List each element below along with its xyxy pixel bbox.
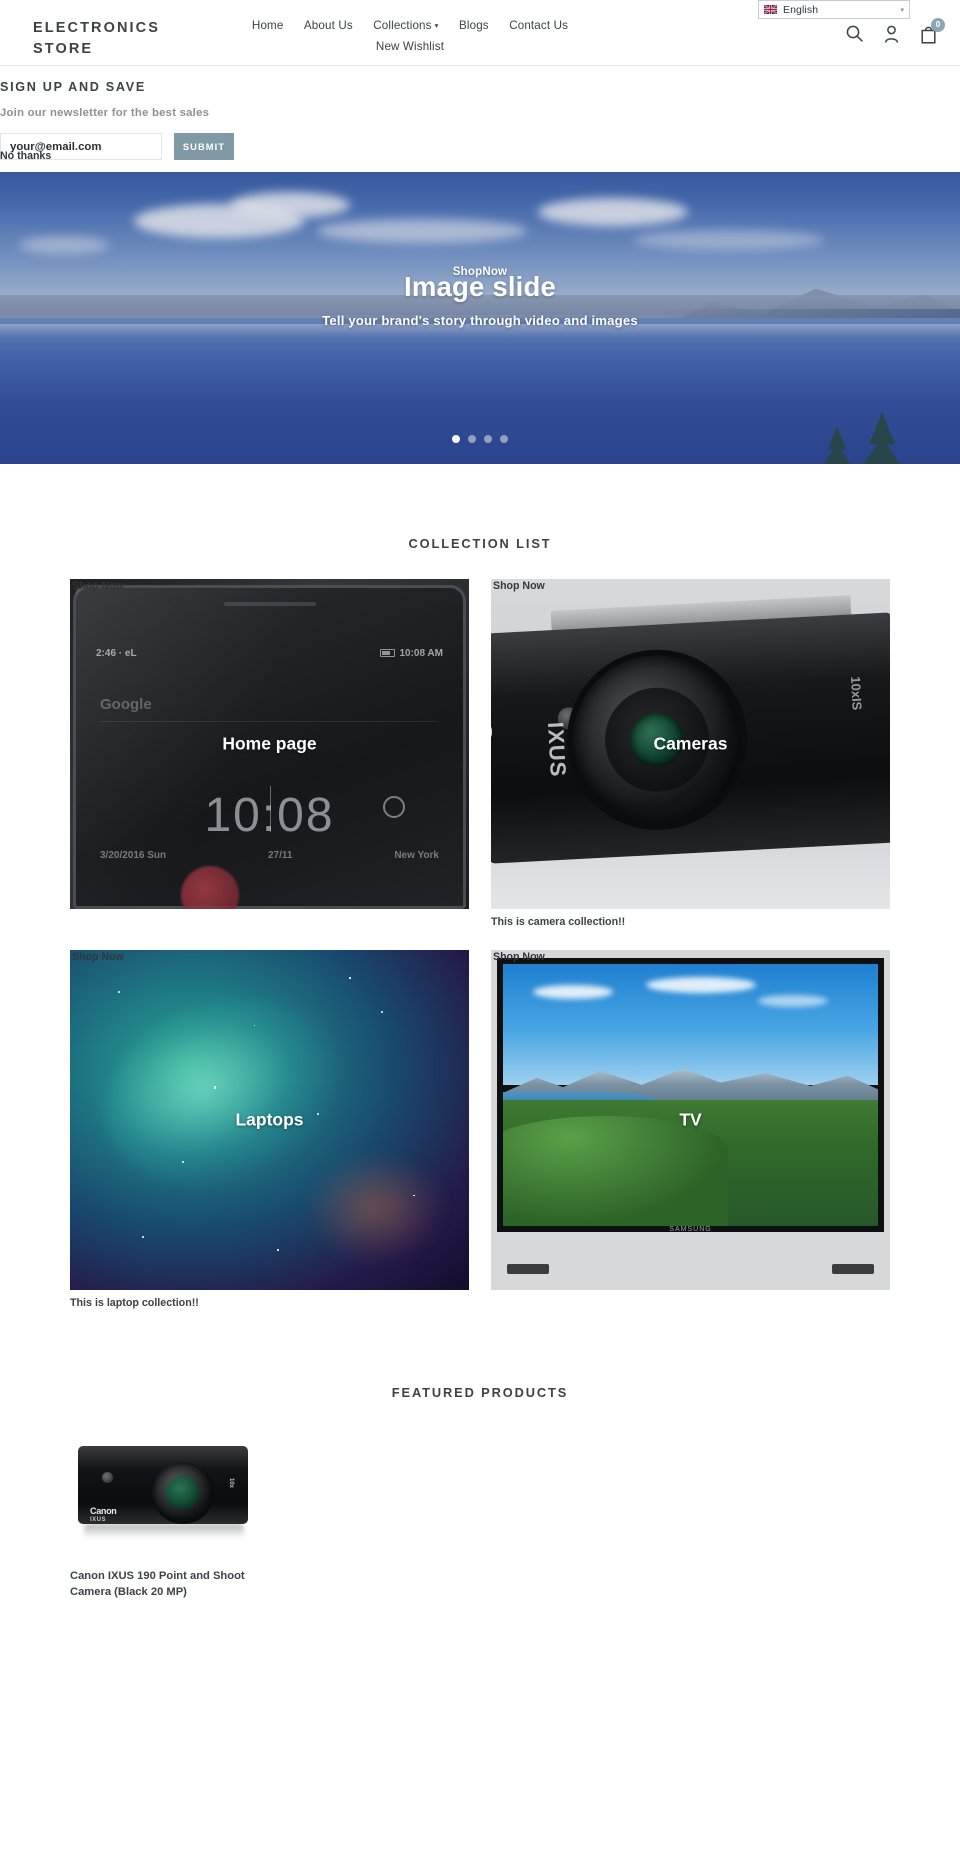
- chevron-down-icon: ▾: [434, 21, 439, 30]
- collection-name-laptops: Laptops: [235, 1109, 304, 1130]
- product-art-brand: Canon: [90, 1506, 117, 1516]
- main-navigation: Home About Us Collections ▾ Blogs Contact…: [232, 16, 588, 56]
- featured-products-section: FEATURED PRODUCTS Canon IXUS 10x Canon I…: [0, 1309, 960, 1600]
- slider-dot-3[interactable]: [484, 435, 492, 443]
- hero-content: ShopNow Image slide Tell your brand's st…: [0, 266, 960, 328]
- hero-slider: ShopNow Image slide Tell your brand's st…: [0, 172, 960, 464]
- collection-card-tv[interactable]: SAMSUNG Shop Now TV: [491, 950, 890, 1309]
- newsletter-decline-link[interactable]: No thanks: [0, 150, 51, 162]
- slider-dot-1[interactable]: [452, 435, 460, 443]
- collection-name-cameras: Cameras: [653, 733, 728, 754]
- collection-shop-now-laptops[interactable]: Shop Now: [72, 951, 124, 963]
- nav-item-home[interactable]: Home: [252, 16, 284, 35]
- header-actions: 0: [845, 18, 945, 44]
- product-card[interactable]: Canon IXUS 10x Canon IXUS 190 Point and …: [70, 1428, 262, 1600]
- search-icon[interactable]: [845, 24, 864, 44]
- featured-products-grid: Canon IXUS 10x Canon IXUS 190 Point and …: [70, 1428, 890, 1600]
- newsletter-subtitle: Join our newsletter for the best sales: [0, 107, 210, 119]
- hero-slider-dots: [0, 435, 960, 443]
- chevron-down-icon: ▾: [900, 6, 904, 14]
- product-art-model: IXUS: [90, 1517, 107, 1523]
- newsletter-signup-bar: SIGN UP AND SAVE Join our newsletter for…: [0, 66, 960, 172]
- collection-name-home-page: Home page: [222, 733, 317, 754]
- collection-description-laptops: This is laptop collection!!: [70, 1297, 199, 1309]
- collection-image-laptops: Shop Now Laptops: [70, 950, 469, 1290]
- collection-card-home-page[interactable]: 2:46 · eL 10:08 AM Google 10:08 3/20/201…: [70, 579, 469, 928]
- site-logo[interactable]: ELECTRONICS STORE: [33, 18, 213, 60]
- featured-products-title: FEATURED PRODUCTS: [391, 1385, 569, 1400]
- product-title[interactable]: Canon IXUS 190 Point and Shoot Camera (B…: [70, 1568, 262, 1600]
- nav-item-about-us[interactable]: About Us: [304, 16, 353, 35]
- product-art-zoom: 10x: [227, 1477, 234, 1489]
- collection-shop-now-home-page[interactable]: Shop Now: [72, 580, 124, 592]
- tv-art-logo: SAMSUNG: [669, 1226, 712, 1233]
- collection-image-tv: SAMSUNG Shop Now TV: [491, 950, 890, 1290]
- hero-heading: Image slide: [404, 271, 556, 302]
- collection-image-home-page: 2:46 · eL 10:08 AM Google 10:08 3/20/201…: [70, 579, 469, 909]
- product-image: Canon IXUS 10x: [70, 1428, 262, 1554]
- collection-description-cameras: This is camera collection!!: [491, 916, 626, 928]
- newsletter-submit-button[interactable]: SUBMIT: [174, 133, 234, 160]
- nav-item-contact-us[interactable]: Contact Us: [509, 16, 568, 35]
- collection-card-cameras[interactable]: Canon IXUS 10xIS Shop Now Cameras This i…: [491, 579, 890, 928]
- cart-count-badge: 0: [931, 18, 945, 32]
- collection-shop-now-cameras[interactable]: Shop Now: [493, 580, 545, 592]
- nav-item-blogs[interactable]: Blogs: [459, 16, 489, 35]
- uk-flag-icon: [764, 5, 777, 14]
- collection-list-title: COLLECTION LIST: [408, 536, 552, 551]
- camera-art-zoom: 10xIS: [848, 675, 865, 711]
- nav-item-new-wishlist[interactable]: New Wishlist: [376, 37, 444, 56]
- nav-row-primary: Home About Us Collections ▾ Blogs Contact…: [232, 16, 588, 36]
- user-icon[interactable]: [882, 24, 901, 44]
- language-selector[interactable]: English ▾: [758, 0, 910, 19]
- newsletter-title: SIGN UP AND SAVE: [0, 80, 146, 94]
- collection-card-laptops[interactable]: Shop Now Laptops This is laptop collecti…: [70, 950, 469, 1309]
- hero-subheading: Tell your brand's story through video an…: [322, 313, 638, 328]
- collection-shop-now-tv[interactable]: Shop Now: [493, 951, 545, 963]
- nav-item-collections[interactable]: Collections ▾: [373, 16, 438, 36]
- collection-list-section: COLLECTION LIST 2:46 · eL 10:08 AM Googl…: [0, 464, 960, 1309]
- newsletter-form: SUBMIT: [0, 133, 960, 160]
- slider-dot-4[interactable]: [500, 435, 508, 443]
- collection-grid: 2:46 · eL 10:08 AM Google 10:08 3/20/201…: [70, 579, 890, 1309]
- collection-name-tv: TV: [679, 1109, 702, 1130]
- nav-row-secondary: New Wishlist: [232, 37, 588, 56]
- slider-dot-2[interactable]: [468, 435, 476, 443]
- language-label: English: [783, 3, 819, 16]
- cart-icon[interactable]: 0: [919, 18, 945, 44]
- collection-image-cameras: Canon IXUS 10xIS Shop Now Cameras: [491, 579, 890, 909]
